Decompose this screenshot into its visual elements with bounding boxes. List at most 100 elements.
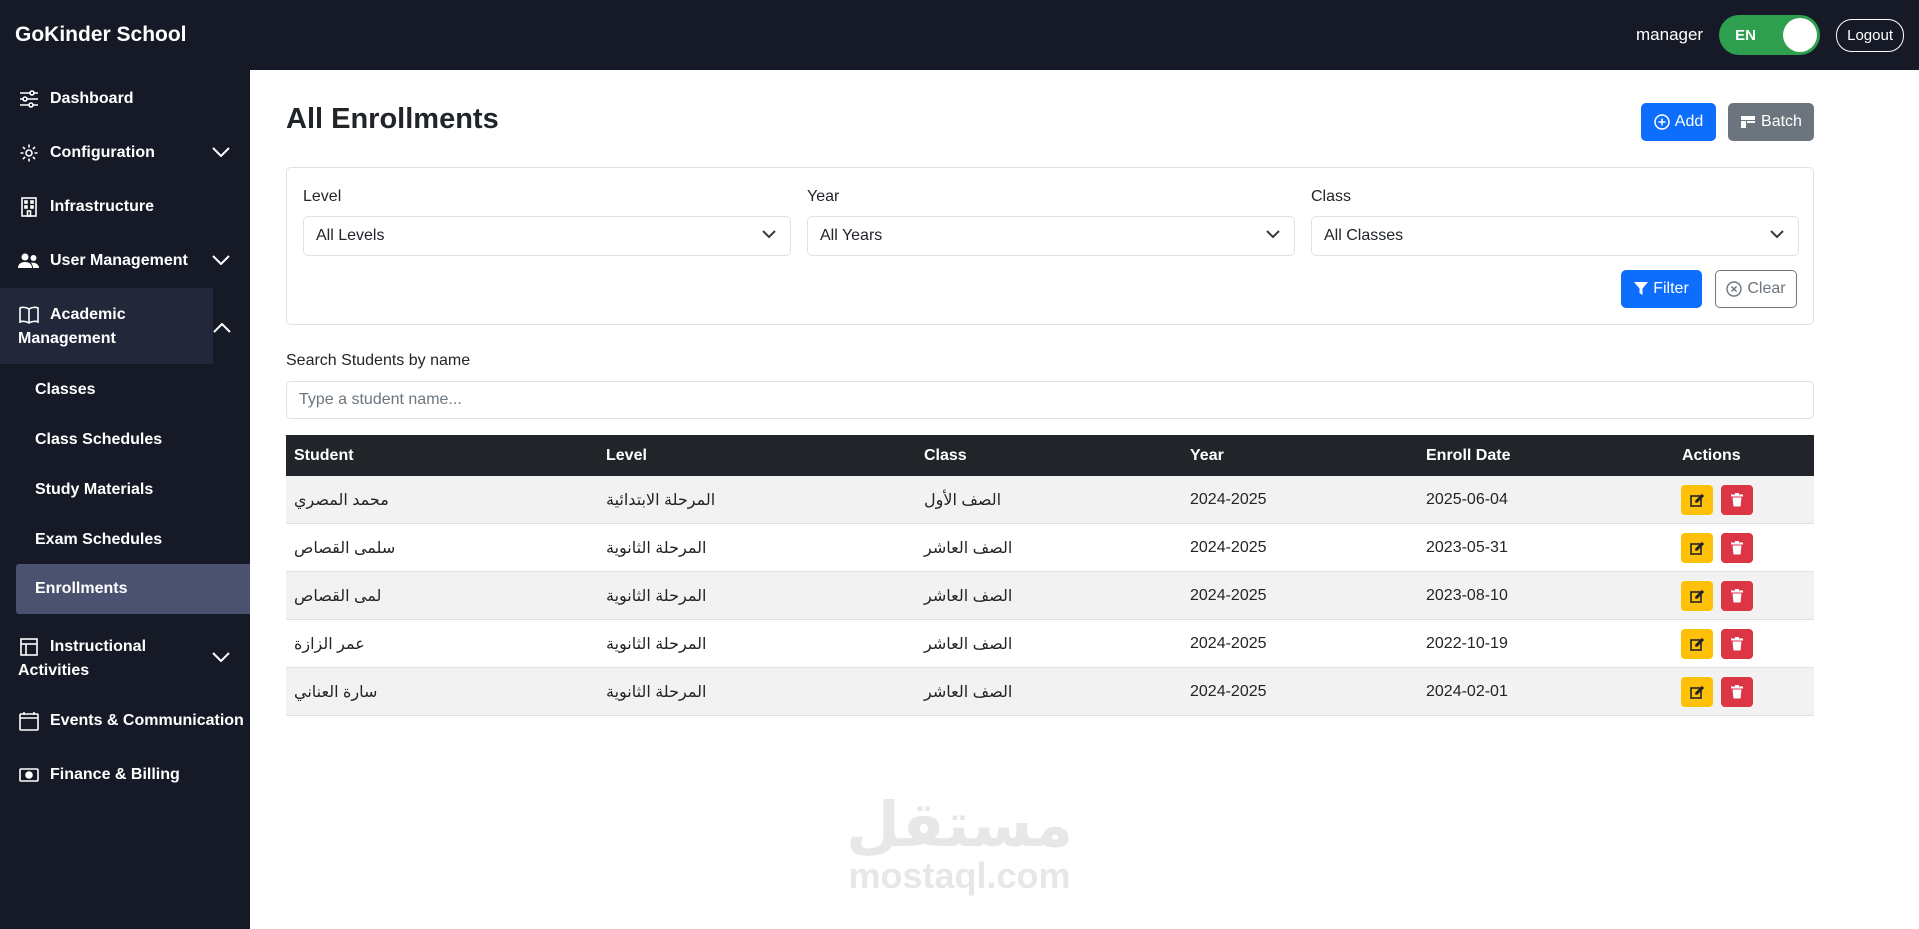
sidebar-subitem-enrollments[interactable]: Enrollments	[16, 564, 250, 614]
sidebar-item-label-line2: Activities	[18, 662, 90, 679]
cell-year: 2024-2025	[1190, 490, 1267, 508]
cell-year: 2024-2025	[1190, 586, 1267, 604]
edit-button[interactable]	[1681, 677, 1713, 707]
table-row: سلمى القصاص المرحلة الثانوية الصف العاشر…	[286, 524, 1814, 572]
edit-button[interactable]	[1681, 533, 1713, 563]
top-right-controls: manager EN Logout	[1636, 15, 1904, 55]
cell-student: سارة العناني	[294, 683, 378, 701]
watermark-arabic: مستقل	[846, 791, 1073, 860]
trash-icon	[1731, 637, 1743, 651]
search-input[interactable]	[286, 381, 1814, 419]
sidebar-subitem-classes[interactable]: Classes	[16, 366, 250, 414]
table-row: لمى القصاص المرحلة الثانوية الصف العاشر …	[286, 572, 1814, 620]
username-label: manager	[1636, 25, 1704, 44]
sidebar-item-label: Finance & Billing	[50, 766, 180, 783]
cell-year: 2024-2025	[1190, 634, 1267, 652]
sidebar-item-label: Dashboard	[50, 90, 134, 107]
sidebar-item-dashboard[interactable]: Dashboard	[0, 74, 250, 124]
delete-button[interactable]	[1721, 485, 1753, 515]
logout-button[interactable]: Logout	[1836, 18, 1904, 52]
sidebar-item-configuration[interactable]: Configuration	[0, 128, 250, 178]
cell-student: عمر الزازة	[294, 635, 365, 653]
header-enroll-date: Enroll Date	[1426, 446, 1511, 464]
table-header: Student Level Class Year Enroll Date Act…	[286, 435, 1814, 476]
batch-label: Batch	[1761, 113, 1802, 130]
toggle-knob	[1783, 18, 1818, 52]
trash-icon	[1731, 685, 1743, 699]
chevron-down-icon	[1770, 230, 1784, 239]
sliders-icon	[18, 88, 40, 110]
sidebar-subitem-study-materials[interactable]: Study Materials	[16, 466, 250, 514]
academic-line-1: Academic	[18, 304, 126, 326]
batch-button[interactable]: Batch	[1728, 103, 1814, 141]
class-select[interactable]: All Classes	[1311, 216, 1799, 256]
sidebar-subitem-exam-schedules[interactable]: Exam Schedules	[16, 516, 250, 564]
pencil-square-icon	[1690, 637, 1704, 651]
edit-button[interactable]	[1681, 629, 1713, 659]
cell-year: 2024-2025	[1190, 538, 1267, 556]
level-label: Level	[303, 188, 342, 205]
level-select[interactable]: All Levels	[303, 216, 791, 256]
trash-icon	[1731, 493, 1743, 507]
delete-button[interactable]	[1721, 677, 1753, 707]
watermark-latin: mostaql.com	[848, 855, 1071, 896]
sidebar-item-label: Academic	[50, 306, 126, 323]
chevron-up-icon[interactable]	[213, 320, 231, 338]
language-label: EN	[1735, 26, 1756, 44]
sidebar-item-user-management[interactable]: User Management	[0, 236, 250, 286]
cell-level: المرحلة الابتدائية	[606, 491, 716, 509]
add-button[interactable]: Add	[1641, 103, 1716, 141]
sidebar-item-label: Configuration	[50, 144, 155, 161]
cell-class: الصف الأول	[924, 491, 1002, 509]
header-year: Year	[1190, 446, 1224, 464]
year-select[interactable]: All Years	[807, 216, 1295, 256]
edit-button[interactable]	[1681, 581, 1713, 611]
sidebar-item-instructional-activities[interactable]: Instructional Activities	[0, 620, 250, 696]
funnel-icon	[1634, 282, 1649, 295]
batch-icon	[1741, 116, 1756, 128]
sidebar-item-events-communication[interactable]: Events & Communication	[0, 696, 250, 746]
sidebar-subitem-class-schedules[interactable]: Class Schedules	[16, 416, 250, 464]
book-icon	[18, 304, 40, 326]
pencil-square-icon	[1690, 541, 1704, 555]
trash-icon	[1731, 589, 1743, 603]
users-icon	[18, 250, 40, 272]
trash-icon	[1731, 541, 1743, 555]
cell-student: لمى القصاص	[294, 587, 382, 605]
watermark-logo: مستقل mostaql.com	[842, 795, 1077, 895]
sidebar-item-infrastructure[interactable]: Infrastructure	[0, 182, 250, 232]
chevron-down-icon	[762, 230, 776, 239]
clear-button[interactable]: Clear	[1715, 270, 1797, 308]
cell-class: الصف العاشر	[924, 539, 1013, 557]
table-row: محمد المصري المرحلة الابتدائية الصف الأو…	[286, 476, 1814, 524]
clear-label: Clear	[1747, 280, 1786, 297]
filter-card: Level All Levels Year All Years Class Al…	[286, 167, 1814, 325]
sidebar-item-label: Events & Communication	[50, 712, 244, 729]
pencil-square-icon	[1690, 589, 1704, 603]
instructional-line-1: Instructional	[18, 636, 146, 658]
delete-button[interactable]	[1721, 581, 1753, 611]
sidebar-item-label-line2: Management	[18, 330, 116, 347]
language-toggle[interactable]: EN	[1719, 15, 1821, 55]
delete-button[interactable]	[1721, 629, 1753, 659]
cell-student: محمد المصري	[294, 491, 389, 509]
brand-title[interactable]: GoKinder School	[15, 23, 187, 47]
cash-icon	[18, 764, 40, 786]
filter-label: Filter	[1653, 280, 1689, 297]
chevron-down-icon	[212, 649, 230, 667]
cell-year: 2024-2025	[1190, 682, 1267, 700]
level-select-value: All Levels	[316, 227, 385, 244]
grid-icon	[18, 636, 40, 658]
enrollments-table: Student Level Class Year Enroll Date Act…	[286, 435, 1814, 716]
cell-enroll-date: 2025-06-04	[1426, 490, 1508, 508]
cell-enroll-date: 2023-05-31	[1426, 538, 1508, 556]
add-label: Add	[1674, 113, 1704, 130]
table-row: عمر الزازة المرحلة الثانوية الصف العاشر …	[286, 620, 1814, 668]
page-title: All Enrollments	[286, 103, 499, 135]
delete-button[interactable]	[1721, 533, 1753, 563]
sidebar-item-finance-billing[interactable]: Finance & Billing	[0, 750, 250, 800]
edit-button[interactable]	[1681, 485, 1713, 515]
cell-enroll-date: 2024-02-01	[1426, 682, 1508, 700]
filter-button[interactable]: Filter	[1621, 270, 1702, 308]
sidebar-item-academic-management[interactable]: Academic Management	[0, 288, 213, 364]
